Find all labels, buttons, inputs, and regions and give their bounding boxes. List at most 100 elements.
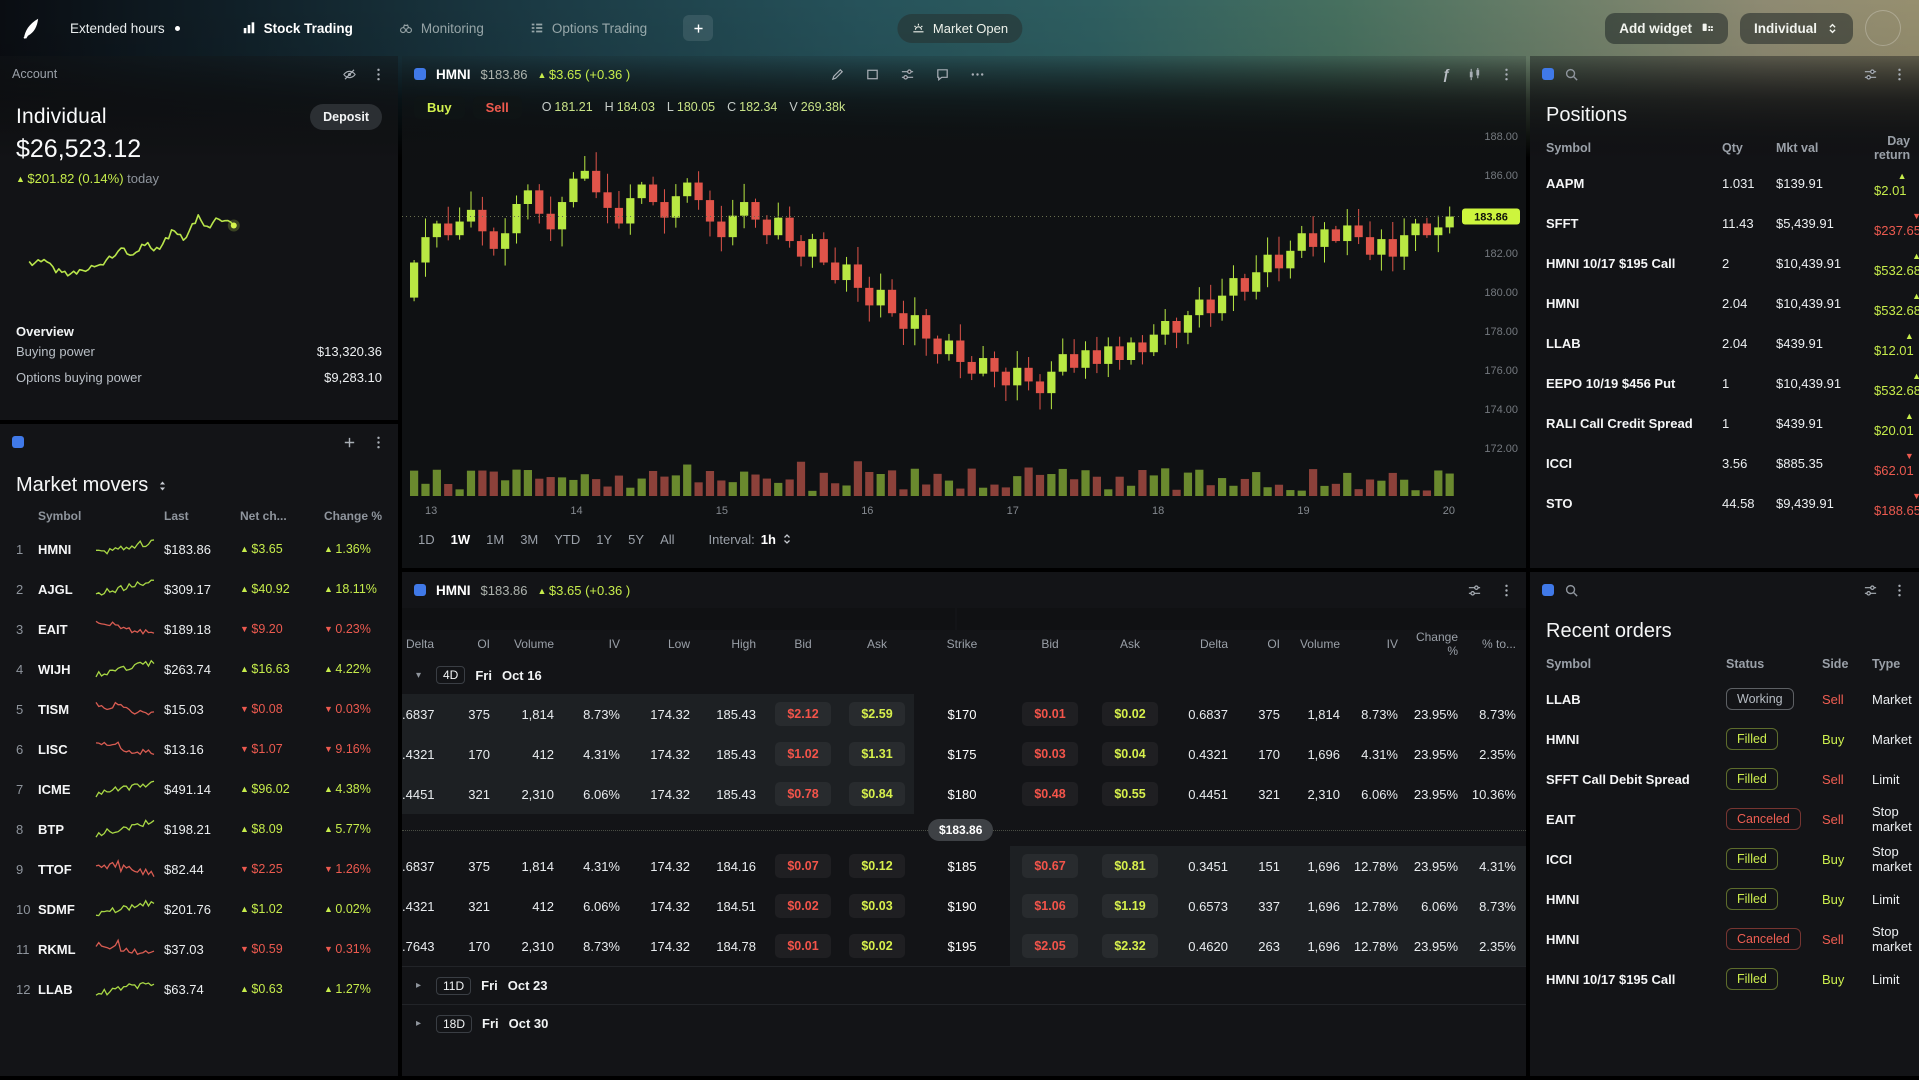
table-row[interactable]: .68373751,8144.31%174.32184.16$0.07$0.12… (402, 846, 1526, 886)
tab-stock-trading[interactable]: Stock Trading (242, 21, 353, 36)
table-row[interactable]: SFFT11.43$5,439.91$237.65 (1530, 203, 1919, 243)
buy-button[interactable]: Buy (414, 96, 465, 119)
list-item[interactable]: 12LLAB$63.74$0.631.27% (0, 969, 398, 1009)
orders-settings-button[interactable] (1863, 583, 1878, 598)
widget-handle-icon[interactable] (414, 584, 426, 596)
table-row[interactable]: LLABWorkingSellMarket (1530, 679, 1919, 719)
ask-chip[interactable]: $0.84 (849, 782, 905, 806)
comment-tool-button[interactable] (935, 67, 950, 82)
timeframe-1d[interactable]: 1D (418, 532, 435, 547)
bid-chip[interactable]: $0.02 (775, 894, 831, 918)
orders-search-button[interactable] (1564, 583, 1579, 598)
chain-menu-button[interactable] (1499, 583, 1514, 598)
ask-chip[interactable]: $2.32 (1102, 934, 1158, 958)
add-column-button[interactable] (342, 435, 357, 450)
draw-tool-button[interactable] (830, 67, 845, 82)
widget-handle-icon[interactable] (414, 68, 426, 80)
ask-chip[interactable]: $0.03 (849, 894, 905, 918)
table-row[interactable]: ICCIFilledBuyStop market (1530, 839, 1919, 879)
table-row[interactable]: HMNIFilledBuyLimit (1530, 879, 1919, 919)
table-row[interactable]: HMNICanceledSellStop market (1530, 919, 1919, 959)
table-row[interactable]: .68373751,8148.73%174.32185.43$2.12$2.59… (402, 694, 1526, 734)
list-item[interactable]: 11RKML$37.03$0.590.31% (0, 929, 398, 969)
add-widget-button[interactable]: Add widget (1605, 13, 1728, 44)
list-item[interactable]: 5TISM$15.03$0.080.03% (0, 689, 398, 729)
bid-chip[interactable]: $1.02 (775, 742, 831, 766)
bid-chip[interactable]: $2.12 (775, 702, 831, 726)
list-item[interactable]: 9TTOF$82.44$2.251.26% (0, 849, 398, 889)
table-row[interactable]: HMNI 10/17 $195 Call2$10,439.91$532.68 (1530, 243, 1919, 283)
expiry-group-row[interactable]: ▸18DFriOct 30 (402, 1004, 1526, 1042)
table-row[interactable]: EAITCanceledSellStop market (1530, 799, 1919, 839)
bid-chip[interactable]: $0.01 (1022, 702, 1078, 726)
bid-chip[interactable]: $1.06 (1022, 894, 1078, 918)
interval-selector[interactable]: Interval:1h (709, 532, 792, 547)
table-row[interactable]: .76431702,3108.73%174.32184.78$0.01$0.02… (402, 926, 1526, 966)
account-selector-dropdown[interactable]: Individual (1740, 13, 1853, 44)
timeframe-1m[interactable]: 1M (486, 532, 504, 547)
list-item[interactable]: 8BTP$198.21$8.095.77% (0, 809, 398, 849)
table-row[interactable]: STO44.58$9,439.91$188.65 (1530, 483, 1919, 523)
table-row[interactable]: HMNIFilledBuyMarket (1530, 719, 1919, 759)
table-row[interactable]: LLAB2.04$439.91$12.01 (1530, 323, 1919, 363)
positions-menu-button[interactable] (1892, 67, 1907, 82)
ask-chip[interactable]: $0.04 (1102, 742, 1158, 766)
candlestick-chart[interactable]: 188.00186.00184.00182.00180.00178.00176.… (402, 122, 1526, 522)
app-logo-icon[interactable] (18, 15, 44, 41)
sell-button[interactable]: Sell (473, 96, 522, 119)
chart-type-button[interactable] (1467, 67, 1482, 82)
bid-chip[interactable]: $0.01 (775, 934, 831, 958)
expiry-group-row[interactable]: ▾4DFriOct 16 (402, 656, 1526, 694)
timeframe-all[interactable]: All (660, 532, 674, 547)
table-row[interactable]: .44513212,3106.06%174.32185.43$0.78$0.84… (402, 774, 1526, 814)
timeframe-3m[interactable]: 3M (520, 532, 538, 547)
bid-chip[interactable]: $0.78 (775, 782, 831, 806)
table-row[interactable]: .43213214126.06%174.32184.51$0.02$0.03$1… (402, 886, 1526, 926)
chart-menu-button[interactable] (1499, 67, 1514, 82)
table-row[interactable]: HMNI 10/17 $195 CallFilledBuyLimit (1530, 959, 1919, 999)
orders-menu-button[interactable] (1892, 583, 1907, 598)
table-row[interactable]: ICCI3.56$885.35$62.01 (1530, 443, 1919, 483)
indicator-settings-button[interactable] (900, 67, 915, 82)
add-tab-button[interactable] (683, 15, 713, 41)
bid-chip[interactable]: $0.03 (1022, 742, 1078, 766)
list-item[interactable]: 7ICME$491.14$96.024.38% (0, 769, 398, 809)
expiry-group-row[interactable]: ▸11DFriOct 23 (402, 966, 1526, 1004)
chain-settings-button[interactable] (1467, 583, 1482, 598)
table-row[interactable]: HMNI2.04$10,439.91$532.68 (1530, 283, 1919, 323)
deposit-button[interactable]: Deposit (310, 104, 382, 130)
widget-handle-icon[interactable] (1542, 584, 1554, 596)
timeframe-1w[interactable]: 1W (451, 532, 471, 547)
ask-chip[interactable]: $1.19 (1102, 894, 1158, 918)
avatar[interactable] (1865, 10, 1901, 46)
table-row[interactable]: EEPO 10/19 $456 Put1$10,439.91$532.68 (1530, 363, 1919, 403)
positions-search-button[interactable] (1564, 67, 1579, 82)
list-item[interactable]: 1HMNI$183.86$3.651.36% (0, 529, 398, 569)
list-item[interactable]: 6LISC$13.16$1.079.16% (0, 729, 398, 769)
timeframe-ytd[interactable]: YTD (554, 532, 580, 547)
ask-chip[interactable]: $0.12 (849, 854, 905, 878)
list-item[interactable]: 4WIJH$263.74$16.634.22% (0, 649, 398, 689)
ask-chip[interactable]: $0.81 (1102, 854, 1158, 878)
list-item[interactable]: 2AJGL$309.17$40.9218.11% (0, 569, 398, 609)
bid-chip[interactable]: $0.07 (775, 854, 831, 878)
movers-sort-button[interactable] (158, 480, 167, 492)
ask-chip[interactable]: $0.55 (1102, 782, 1158, 806)
bid-chip[interactable]: $0.48 (1022, 782, 1078, 806)
ask-chip[interactable]: $0.02 (849, 934, 905, 958)
tab-options-trading[interactable]: Options Trading (530, 21, 647, 36)
indicators-fx-button[interactable]: ƒ (1442, 66, 1450, 82)
table-row[interactable]: SFFT Call Debit SpreadFilledSellLimit (1530, 759, 1919, 799)
shape-tool-button[interactable] (865, 67, 880, 82)
hide-balances-button[interactable] (342, 67, 357, 82)
widget-handle-icon[interactable] (1542, 68, 1554, 80)
table-row[interactable]: RALI Call Credit Spread1$439.91$20.01 (1530, 403, 1919, 443)
timeframe-1y[interactable]: 1Y (596, 532, 612, 547)
list-item[interactable]: 3EAIT$189.18$9.200.23% (0, 609, 398, 649)
table-row[interactable]: AAPM1.031$139.91$2.01 (1530, 163, 1919, 203)
bid-chip[interactable]: $0.67 (1022, 854, 1078, 878)
movers-menu-button[interactable] (371, 435, 386, 450)
ask-chip[interactable]: $0.02 (1102, 702, 1158, 726)
account-menu-button[interactable] (371, 67, 386, 82)
table-row[interactable]: .43211704124.31%174.32185.43$1.02$1.31$1… (402, 734, 1526, 774)
